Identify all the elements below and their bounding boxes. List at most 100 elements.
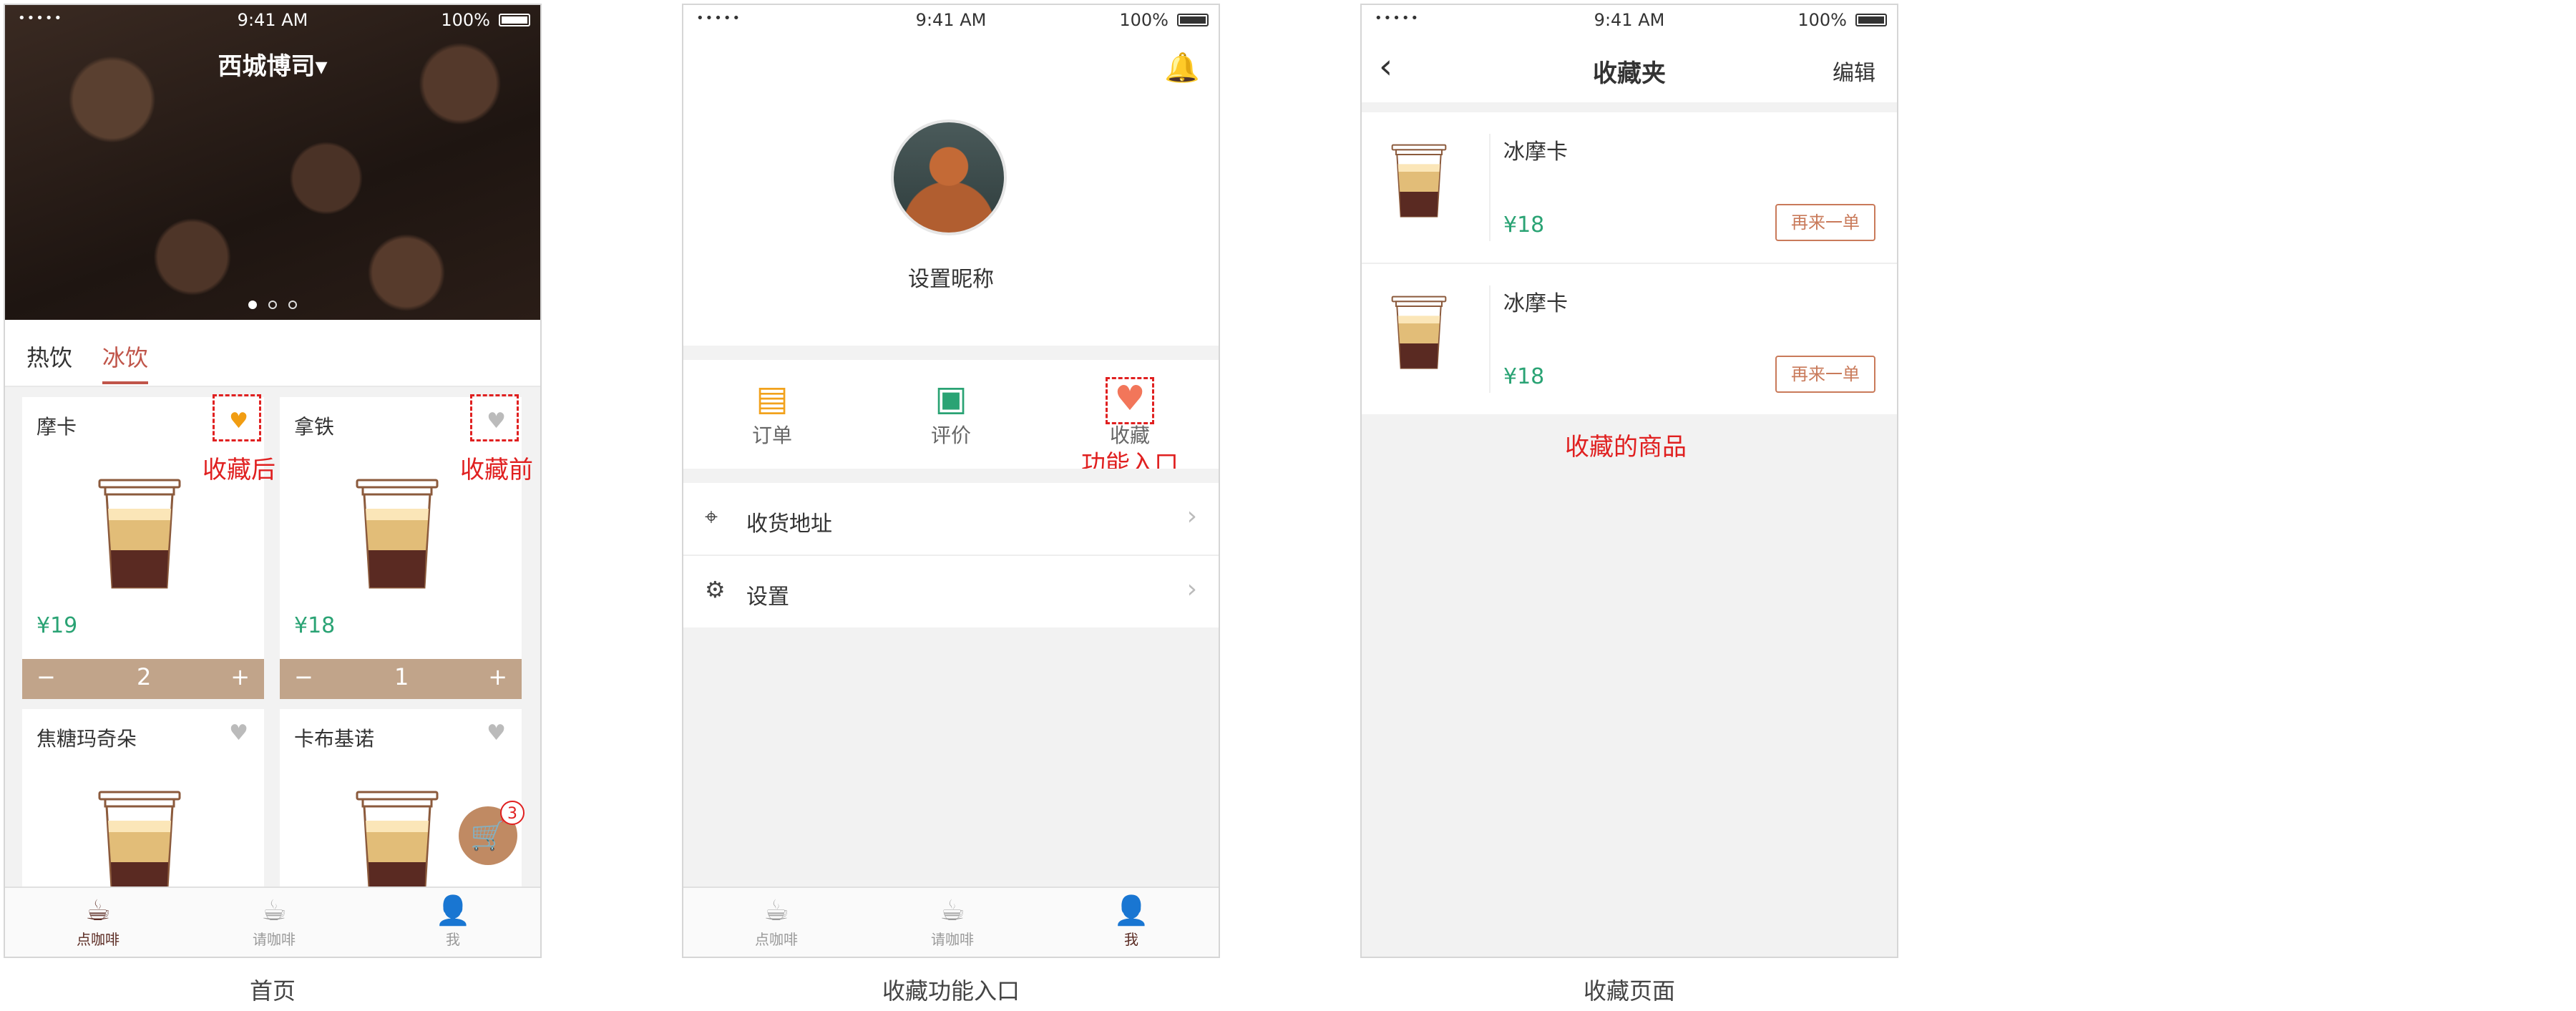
- product-price: ¥18: [294, 613, 336, 638]
- plus-button[interactable]: +: [488, 663, 507, 690]
- user-icon: 👤: [435, 894, 471, 927]
- divider: [1489, 134, 1491, 241]
- coffee-icon: ☕: [940, 894, 965, 927]
- battery-level: 100%: [1119, 10, 1169, 30]
- pager-dot: [268, 301, 277, 309]
- quantity-value: 2: [137, 663, 152, 690]
- status-bar: ••••• 9:41 AM 100%: [1362, 5, 1897, 34]
- phone-profile: ••••• 9:41 AM 100% 🔔 设置昵称 ▤ 订单 ▣ 评价 ♥ 收藏 功能…: [682, 4, 1220, 958]
- favorite-item[interactable]: 冰摩卡 ¥18 再来一单: [1362, 264, 1897, 414]
- edit-button[interactable]: 编辑: [1833, 55, 1875, 87]
- annotation-box: [1106, 377, 1154, 424]
- divider: [1489, 285, 1491, 393]
- tab-hot[interactable]: 热饮: [26, 340, 72, 373]
- page-title: 收藏夹: [1593, 59, 1666, 88]
- cart-count-badge: 3: [500, 801, 525, 825]
- coffee-cup-icon: [1390, 141, 1448, 220]
- coffee-icon: ☕: [261, 894, 287, 927]
- nav-label: 请咖啡: [931, 931, 974, 948]
- annotation-box: [213, 394, 261, 441]
- item-price: ¥18: [1503, 213, 1545, 238]
- nav-order-coffee[interactable]: ☕ 点咖啡: [55, 894, 141, 949]
- nav-treat-coffee[interactable]: ☕ 请咖啡: [909, 894, 995, 949]
- bottom-nav: ☕ 点咖啡 ☕ 请咖啡 👤 我: [5, 887, 540, 957]
- battery-icon: [1177, 14, 1209, 26]
- coffee-cup-icon: [97, 788, 182, 902]
- nav-me[interactable]: 👤 我: [1088, 894, 1174, 949]
- quantity-stepper: − 1 +: [280, 659, 522, 699]
- nav-label: 我: [446, 931, 460, 948]
- annotation-box: [470, 394, 519, 441]
- row-settings[interactable]: ⚙ 设置 ›: [683, 556, 1219, 627]
- pager-dot: [248, 301, 257, 309]
- phone-home: ••••• 9:41 AM 100% 西城博司▾ 热饮 冰饮 摩卡 ♥ ¥19 …: [4, 4, 542, 958]
- product-name: 拿铁: [294, 415, 335, 439]
- function-label: 评价: [930, 424, 971, 447]
- store-selector[interactable]: 西城博司▾: [5, 47, 540, 82]
- reorder-button[interactable]: 再来一单: [1775, 356, 1875, 393]
- category-tabs: 热饮 冰饮: [5, 321, 540, 387]
- battery-icon: [1855, 14, 1887, 26]
- avatar[interactable]: [891, 119, 1007, 235]
- nav-treat-coffee[interactable]: ☕ 请咖啡: [231, 894, 317, 949]
- chevron-right-icon: ›: [1186, 502, 1197, 531]
- item-name: 冰摩卡: [1503, 291, 1568, 316]
- location-pin-icon: ⌖: [705, 503, 718, 530]
- row-address[interactable]: ⌖ 收货地址 ›: [683, 483, 1219, 556]
- product-card[interactable]: 摩卡 ♥ ¥19 − 2 +: [22, 397, 264, 699]
- battery-level: 100%: [441, 10, 490, 30]
- nav-me[interactable]: 👤 我: [410, 894, 496, 949]
- nav-label: 点咖啡: [755, 931, 798, 948]
- caption-home: 首页: [249, 977, 296, 1005]
- annotation-after: 收藏后: [203, 456, 275, 484]
- nav-label: 请咖啡: [253, 931, 296, 948]
- nav-order-coffee[interactable]: ☕ 点咖啡: [733, 894, 819, 949]
- function-label: 订单: [751, 424, 792, 447]
- cart-button[interactable]: 🛒 3: [459, 801, 525, 865]
- empty-area: [683, 627, 1219, 892]
- annotation-favorites: 收藏的商品: [1565, 433, 1687, 461]
- bell-icon[interactable]: 🔔: [1164, 51, 1200, 84]
- nickname[interactable]: 设置昵称: [683, 261, 1219, 293]
- favorite-heart-icon[interactable]: ♥: [229, 721, 248, 746]
- function-orders[interactable]: ▤ 订单: [701, 377, 844, 449]
- battery-level: 100%: [1797, 10, 1847, 30]
- item-price: ¥18: [1503, 364, 1545, 389]
- user-icon: 👤: [1113, 894, 1149, 927]
- quantity-stepper: − 2 +: [22, 659, 264, 699]
- function-reviews[interactable]: ▣ 评价: [879, 377, 1023, 449]
- row-label: 收货地址: [746, 512, 832, 537]
- gear-icon: ⚙: [705, 576, 726, 603]
- nav-label: 我: [1124, 931, 1138, 948]
- tab-cold[interactable]: 冰饮: [102, 340, 149, 384]
- caption-favorites: 收藏页面: [1583, 977, 1675, 1005]
- chevron-right-icon: ›: [1186, 575, 1197, 604]
- minus-button[interactable]: −: [294, 663, 313, 690]
- coffee-icon: ☕: [763, 894, 789, 927]
- comment-icon: ▣: [935, 378, 967, 419]
- item-name: 冰摩卡: [1503, 140, 1568, 165]
- product-card[interactable]: 拿铁 ♥ ¥18 − 1 +: [280, 397, 522, 699]
- pager-dot: [288, 301, 297, 309]
- order-icon: ▤: [756, 378, 789, 419]
- reorder-button[interactable]: 再来一单: [1775, 204, 1875, 241]
- caption-entry: 收藏功能入口: [882, 977, 1020, 1005]
- minus-button[interactable]: −: [36, 663, 56, 690]
- plus-button[interactable]: +: [230, 663, 250, 690]
- coffee-cup-icon: [97, 476, 182, 590]
- divider: [683, 469, 1219, 483]
- phone-favorites: ••••• 9:41 AM 100% ‹ 收藏夹 编辑 冰摩卡 ¥18 再来一单…: [1360, 4, 1898, 958]
- nav-label: 点咖啡: [77, 931, 119, 948]
- coffee-cup-icon: [354, 476, 440, 590]
- status-bar: ••••• 9:41 AM 100%: [683, 5, 1219, 34]
- favorite-heart-icon[interactable]: ♥: [487, 721, 506, 746]
- annotation-before: 收藏前: [460, 456, 533, 484]
- banner-pager: [5, 298, 540, 312]
- coffee-icon: ☕: [85, 894, 111, 927]
- coffee-cup-icon: [354, 788, 440, 902]
- navigation-bar: ‹ 收藏夹 编辑: [1362, 34, 1897, 102]
- battery-icon: [499, 14, 530, 26]
- favorite-item[interactable]: 冰摩卡 ¥18 再来一单: [1362, 112, 1897, 264]
- quantity-value: 1: [394, 663, 409, 690]
- coffee-cup-icon: [1390, 293, 1448, 371]
